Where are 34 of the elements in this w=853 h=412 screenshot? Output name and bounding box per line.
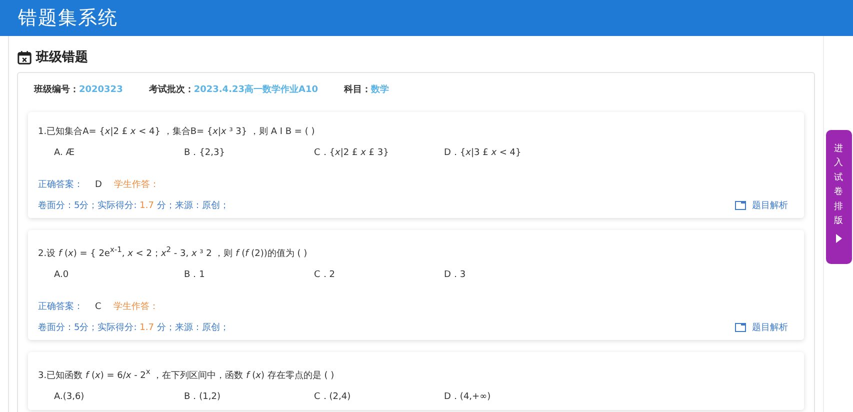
answer-label: 正确答案： (38, 178, 83, 191)
analysis-link[interactable]: 题目解析 (735, 321, 788, 334)
option-text: D．3 (444, 270, 466, 280)
option-text: B．1 (184, 270, 205, 280)
option-text: D．{x|3 £ x < 4} (444, 148, 522, 158)
option-text: C．(2,4) (314, 392, 351, 402)
student-answer-label: 学生作答： (114, 178, 159, 191)
answer-value: D (95, 180, 102, 190)
score-text: 卷面分：5分；实际得分: 1.7 分；来源：原创； (38, 322, 229, 334)
section-title: 班级错题 (36, 49, 88, 66)
layout-button[interactable]: 进入试卷排版 (826, 130, 852, 264)
answer-value: C (95, 302, 102, 312)
option-text: D．(4,+∞) (444, 392, 491, 402)
option-text: C．{x|2 £ x £ 3} (314, 148, 389, 158)
question-text: 1.已知集合A= {x|2 £ x < 4} ，集合B= {x|x ³ 3} ，则 A I B = ( ) (38, 127, 315, 137)
option-text: A.0 (54, 270, 69, 280)
window-icon (735, 323, 746, 332)
option-text: C．2 (314, 270, 336, 280)
student-answer-label: 学生作答： (113, 300, 158, 313)
question-text: 3.已知函数 f (x) = 6/x - 2$^{x}$ ，在下列区间中，函数 f (x) 存在零点的是 ( ) (38, 371, 334, 381)
info-text: 考试批次：2023.4.23高一数学作业A10 (148, 83, 318, 96)
app-title: 错题集系统 (18, 6, 118, 31)
score-text: 卷面分：5分；实际得分: 1.7 分；来源：原创； (38, 200, 229, 212)
play-icon (836, 234, 842, 244)
option-text: A.(3,6) (54, 392, 84, 402)
info-text: 科目：数学 (344, 84, 390, 96)
window-icon (735, 201, 746, 210)
calendar-icon (17, 50, 32, 64)
option-text: A. Æ (54, 148, 74, 158)
answer-label: 正确答案： (38, 300, 83, 313)
option-text: B．(1,2) (184, 392, 221, 402)
analysis-link[interactable]: 题目解析 (735, 199, 788, 212)
option-text: B．{2,3} (184, 148, 225, 158)
info-text: 班级编号：2020323 (34, 83, 123, 96)
